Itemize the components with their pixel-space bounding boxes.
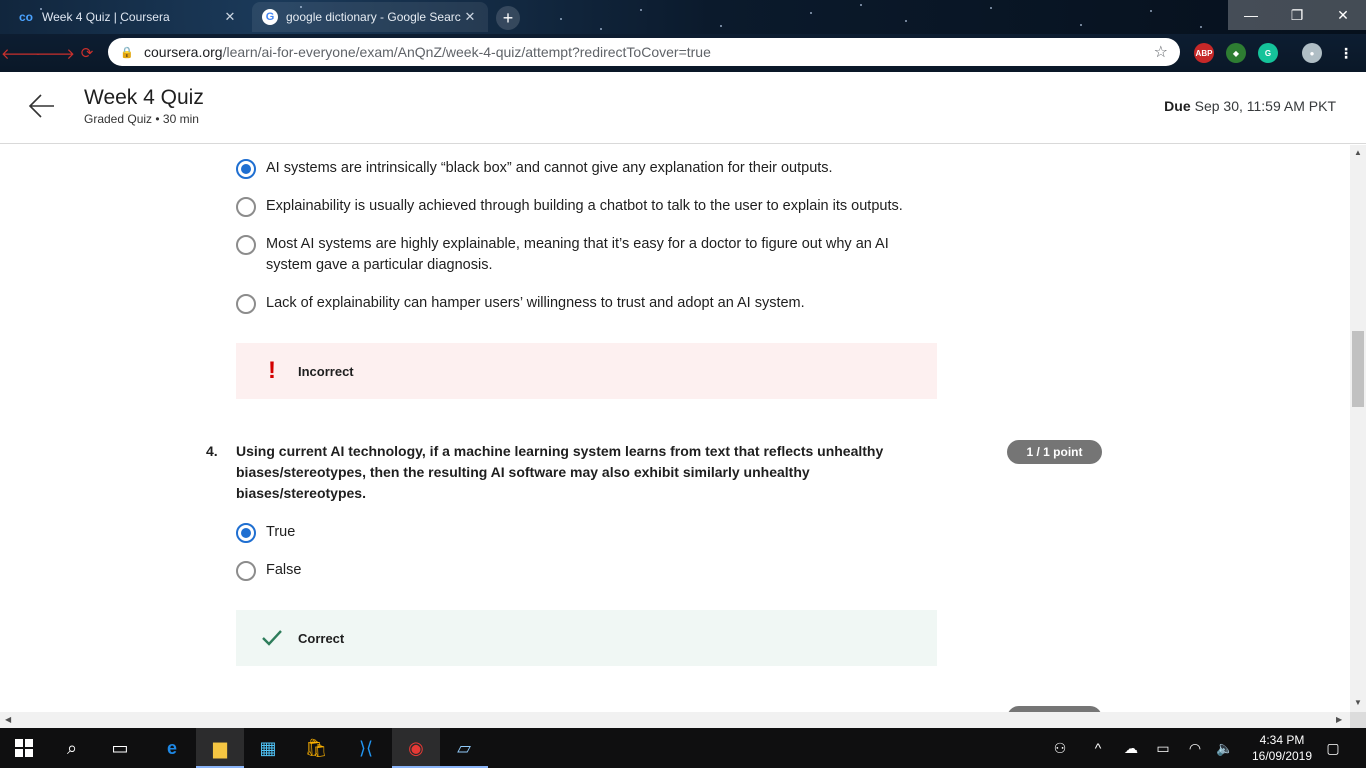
coursera-icon: co [18, 10, 33, 24]
chevron-up-icon[interactable]: ^ [1088, 728, 1108, 768]
q3-option-4[interactable]: Lack of explainability can hamper users’… [236, 293, 936, 314]
new-tab-button[interactable]: + [496, 6, 520, 30]
due-label: Due [1164, 98, 1191, 114]
back-nav-icon[interactable]: 🡐 [1, 42, 41, 64]
radio-unselected[interactable] [236, 561, 256, 581]
abp-extension-icon[interactable]: ABP [1194, 43, 1214, 63]
option-label: Most AI systems are highly explainable, … [266, 236, 889, 273]
radio-selected[interactable] [236, 523, 256, 543]
control-panel-icon[interactable]: ▦ [244, 728, 292, 768]
radio-unselected[interactable] [236, 294, 256, 314]
notepad-icon[interactable]: ▱ [440, 728, 488, 768]
people-icon[interactable]: ⚇ [1048, 728, 1072, 768]
scroll-right-arrow-icon[interactable]: ▶ [1336, 715, 1342, 724]
q3-option-2[interactable]: Explainability is usually achieved throu… [236, 196, 936, 217]
search-icon[interactable]: ⌕ [48, 728, 96, 768]
close-tab-icon[interactable]: ✕ [462, 9, 478, 25]
feedback-label: Incorrect [298, 363, 354, 379]
checkmark-icon [260, 629, 284, 647]
q3-option-1[interactable]: AI systems are intrinsically “black box”… [236, 158, 936, 179]
close-tab-icon[interactable]: ✕ [222, 9, 238, 25]
option-label: Explainability is usually achieved throu… [266, 198, 903, 214]
tab-google[interactable]: G google dictionary - Google Searc ✕ [252, 2, 488, 32]
quiz-content: AI systems are intrinsically “black box”… [0, 145, 1350, 712]
quiz-header: Week 4 Quiz Graded Quiz • 30 min Due Sep … [0, 72, 1366, 144]
url-path: /learn/ai-for-everyone/exam/AnQnZ/week-4… [222, 44, 711, 60]
back-arrow-icon[interactable] [28, 92, 56, 120]
restore-button[interactable]: ❐ [1274, 0, 1320, 30]
error-icon: ! [268, 357, 276, 384]
browser-toolbar: 🡐 🡒 ⟳ 🔒 coursera.org/learn/ai-for-everyo… [0, 34, 1366, 72]
onedrive-icon[interactable]: ☁ [1120, 728, 1142, 768]
scroll-down-arrow-icon[interactable]: ▼ [1353, 698, 1363, 707]
question-text: Using current AI technology, if a machin… [236, 443, 884, 501]
scroll-thumb[interactable] [1352, 331, 1364, 407]
clock-date: 16/09/2019 [1251, 749, 1313, 763]
quiz-subtitle: Graded Quiz • 30 min [84, 112, 199, 126]
file-explorer-icon[interactable]: ▆ [196, 728, 244, 768]
page-title: Week 4 Quiz [84, 86, 204, 109]
url-host: coursera.org [144, 44, 223, 60]
radio-unselected[interactable] [236, 197, 256, 217]
notification-icon[interactable]: ▢ [1322, 728, 1344, 768]
close-window-button[interactable]: ✕ [1320, 0, 1366, 30]
tab-title: Week 4 Quiz | Coursera [42, 10, 170, 24]
clock[interactable]: 4:34 PM 16/09/2019 [1246, 732, 1318, 764]
chrome-icon[interactable]: ◉ [392, 728, 440, 768]
vscode-icon[interactable]: ⟩⟨ [342, 728, 390, 768]
lock-icon: 🔒 [120, 46, 134, 59]
q4-feedback: Correct [236, 610, 937, 666]
option-label: False [266, 562, 302, 578]
scrollbar-corner [1350, 712, 1366, 728]
menu-icon[interactable]: ⋮ [1336, 43, 1356, 63]
q3-option-3[interactable]: Most AI systems are highly explainable, … [236, 234, 916, 276]
question-number: 4. [206, 443, 218, 459]
radio-unselected[interactable] [236, 235, 256, 255]
tab-title: google dictionary - Google Searc [286, 10, 461, 24]
vertical-scrollbar[interactable]: ▲ ▼ [1350, 145, 1366, 712]
minimize-button[interactable]: — [1228, 0, 1274, 30]
due-date: Due Sep 30, 11:59 AM PKT [1164, 98, 1336, 114]
reload-icon[interactable]: ⟳ [76, 42, 98, 64]
wifi-icon[interactable]: ◠ [1184, 728, 1206, 768]
taskbar: ⌕ ▭ e ▆ ▦ 🛍 ⟩⟨ ◉ ▱ ⚇ ^ ☁ ▭ ◠ 🔈 4:34 PM 1… [0, 728, 1366, 768]
option-label: AI systems are intrinsically “black box”… [266, 160, 833, 176]
google-icon: G [262, 9, 278, 25]
clock-time: 4:34 PM [1259, 733, 1305, 747]
edge-icon[interactable]: e [148, 728, 196, 768]
q4-option-false[interactable]: False [236, 560, 936, 581]
task-view-icon[interactable]: ▭ [96, 728, 144, 768]
feedback-label: Correct [298, 630, 345, 646]
windows-start-icon[interactable] [0, 728, 48, 768]
battery-icon[interactable]: ▭ [1152, 728, 1174, 768]
profile-avatar[interactable]: ● [1302, 43, 1322, 63]
address-bar[interactable]: 🔒 coursera.org/learn/ai-for-everyone/exa… [108, 38, 1180, 66]
option-label: Lack of explainability can hamper users’… [266, 295, 805, 311]
due-value: Sep 30, 11:59 AM PKT [1194, 98, 1336, 114]
extension-icon[interactable]: ◆ [1226, 43, 1246, 63]
volume-icon[interactable]: 🔈 [1214, 728, 1236, 768]
scroll-left-arrow-icon[interactable]: ◀ [5, 715, 11, 724]
option-label: True [266, 524, 296, 540]
horizontal-scrollbar[interactable]: ◀ ▶ [0, 712, 1350, 728]
tab-coursera[interactable]: co Week 4 Quiz | Coursera ✕ [8, 2, 248, 32]
q3-feedback: ! Incorrect [236, 343, 937, 399]
bookmark-star-icon[interactable]: ☆ [1154, 42, 1168, 62]
q4-option-true[interactable]: True [236, 522, 936, 543]
radio-selected[interactable] [236, 159, 256, 179]
url-text[interactable]: coursera.org/learn/ai-for-everyone/exam/… [144, 44, 1154, 60]
forward-nav-icon[interactable]: 🡒 [35, 42, 75, 64]
scroll-up-arrow-icon[interactable]: ▲ [1353, 148, 1363, 157]
points-badge: 1 / 1 point [1007, 440, 1102, 464]
store-icon[interactable]: 🛍 [292, 728, 340, 768]
grammarly-icon[interactable]: G [1258, 43, 1278, 63]
browser-titlebar: co Week 4 Quiz | Coursera ✕ G google dic… [0, 0, 1366, 34]
